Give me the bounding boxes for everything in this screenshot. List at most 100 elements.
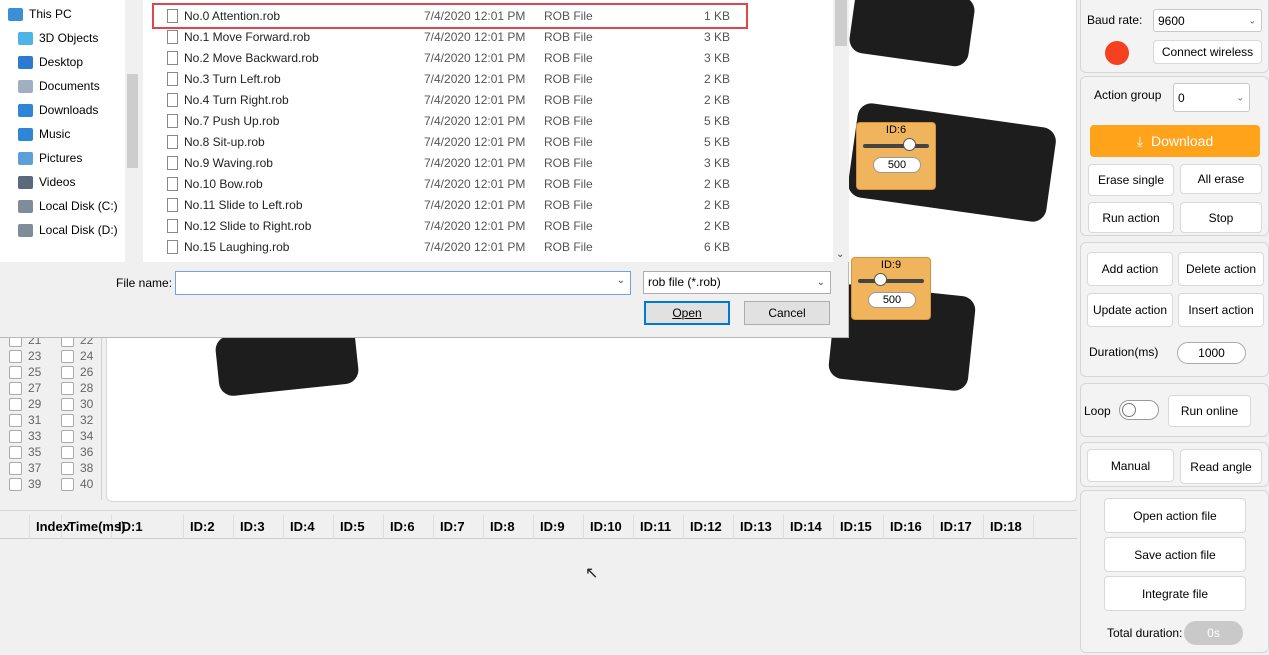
file-list[interactable]: No.0 Attention.rob 7/4/2020 12:01 PM ROB F… xyxy=(143,0,833,262)
servo-checkbox[interactable]: 36 xyxy=(61,445,93,459)
scrollbar-thumb[interactable] xyxy=(127,74,138,168)
nav-item[interactable]: Music xyxy=(0,123,125,145)
nav-item[interactable]: 3D Objects xyxy=(0,27,125,49)
servo-checkbox[interactable]: 25 xyxy=(9,365,41,379)
erase-single-button[interactable]: Erase single xyxy=(1088,164,1174,196)
loop-toggle[interactable] xyxy=(1119,400,1159,420)
open-action-file-button[interactable]: Open action file xyxy=(1104,498,1246,533)
table-column-header[interactable]: ID:8 xyxy=(484,515,534,539)
table-column-header[interactable]: ID:2 xyxy=(184,515,234,539)
table-column-header[interactable]: Time(ms) xyxy=(62,515,126,539)
chevron-down-icon[interactable]: ⌄ xyxy=(617,275,625,286)
file-row[interactable]: No.9 Waving.rob 7/4/2020 12:01 PM ROB File… xyxy=(143,152,833,173)
servo-checkbox[interactable]: 39 xyxy=(9,477,41,491)
checkbox-box[interactable] xyxy=(61,445,74,459)
update-action-button[interactable]: Update action xyxy=(1087,293,1173,327)
duration-input[interactable]: 1000 xyxy=(1177,342,1246,364)
servo-checkbox[interactable]: 35 xyxy=(9,445,41,459)
table-column-header[interactable]: Index xyxy=(30,515,70,539)
file-row[interactable]: No.3 Turn Left.rob 7/4/2020 12:01 PM ROB F… xyxy=(143,68,833,89)
table-column-header[interactable]: ID:15 xyxy=(834,515,884,539)
servo-checkbox[interactable]: 27 xyxy=(9,381,41,395)
file-row[interactable]: No.2 Move Backward.rob 7/4/2020 12:01 PM R… xyxy=(143,47,833,68)
checkbox-box[interactable] xyxy=(9,413,22,427)
read-angle-button[interactable]: Read angle xyxy=(1180,449,1262,484)
servo-control-id9[interactable]: ID:9 500 xyxy=(851,257,931,320)
table-column-header[interactable]: ID:16 xyxy=(884,515,934,539)
nav-scrollbar[interactable] xyxy=(125,0,140,262)
checkbox-box[interactable] xyxy=(61,397,74,411)
servo-value[interactable]: 500 xyxy=(868,292,916,308)
checkbox-box[interactable] xyxy=(61,461,74,475)
nav-item[interactable]: Desktop xyxy=(0,51,125,73)
file-row[interactable]: No.10 Bow.rob 7/4/2020 12:01 PM ROB File 2 … xyxy=(143,173,833,194)
nav-item[interactable]: This PC xyxy=(0,3,115,25)
servo-checkbox[interactable]: 34 xyxy=(61,429,93,443)
servo-control-id6[interactable]: ID:6 500 xyxy=(856,122,936,190)
servo-checkbox[interactable]: 32 xyxy=(61,413,93,427)
nav-item[interactable]: Videos xyxy=(0,171,125,193)
servo-checkbox[interactable]: 31 xyxy=(9,413,41,427)
stop-button[interactable]: Stop xyxy=(1180,202,1262,233)
table-column-header[interactable]: ID:1 xyxy=(112,515,184,539)
checkbox-box[interactable] xyxy=(61,381,74,395)
all-erase-button[interactable]: All erase xyxy=(1180,164,1262,194)
servo-slider-thumb[interactable] xyxy=(903,138,916,151)
table-column-header[interactable]: ID:10 xyxy=(584,515,634,539)
checkbox-box[interactable] xyxy=(61,349,74,363)
checkbox-box[interactable] xyxy=(9,461,22,475)
checkbox-box[interactable] xyxy=(9,429,22,443)
nav-item[interactable]: Pictures xyxy=(0,147,125,169)
table-column-header[interactable]: ID:18 xyxy=(984,515,1034,539)
servo-checkbox[interactable]: 28 xyxy=(61,381,93,395)
servo-slider-thumb[interactable] xyxy=(874,273,887,286)
servo-checkbox[interactable]: 33 xyxy=(9,429,41,443)
table-column-header[interactable]: ID:12 xyxy=(684,515,734,539)
servo-slider-track[interactable] xyxy=(858,279,924,283)
file-list-scrollbar[interactable]: ⌄ xyxy=(833,0,849,262)
insert-action-button[interactable]: Insert action xyxy=(1178,293,1264,327)
add-action-button[interactable]: Add action xyxy=(1087,252,1173,286)
checkbox-box[interactable] xyxy=(9,477,22,491)
servo-checkbox[interactable]: 40 xyxy=(61,477,93,491)
servo-checkbox[interactable]: 37 xyxy=(9,461,41,475)
table-column-header[interactable]: ID:5 xyxy=(334,515,384,539)
servo-checkbox[interactable]: 30 xyxy=(61,397,93,411)
servo-checkbox[interactable]: 24 xyxy=(61,349,93,363)
action-group-select[interactable]: 0 ⌄ xyxy=(1173,83,1250,112)
scroll-down-icon[interactable]: ⌄ xyxy=(836,249,844,260)
checkbox-box[interactable] xyxy=(61,429,74,443)
connect-wireless-button[interactable]: Connect wireless xyxy=(1153,40,1262,64)
table-column-header[interactable]: ID:14 xyxy=(784,515,834,539)
save-action-file-button[interactable]: Save action file xyxy=(1104,537,1246,572)
table-column-header[interactable]: ID:17 xyxy=(934,515,984,539)
action-table[interactable]: Index Time(ms) ID:1 ID:2 ID:3 ID:4 ID:5 ID:6 ID:… xyxy=(0,510,1077,653)
scrollbar-thumb[interactable] xyxy=(835,0,847,46)
file-row[interactable]: No.15 Laughing.rob 7/4/2020 12:01 PM ROB F… xyxy=(143,236,833,257)
file-row[interactable]: No.12 Slide to Right.rob 7/4/2020 12:01 P… xyxy=(143,215,833,236)
nav-item[interactable]: Downloads xyxy=(0,99,125,121)
table-column-header[interactable]: ID:11 xyxy=(634,515,684,539)
file-row[interactable]: No.7 Push Up.rob 7/4/2020 12:01 PM ROB Fil… xyxy=(143,110,833,131)
open-button[interactable]: Open xyxy=(644,301,730,325)
checkbox-box[interactable] xyxy=(9,445,22,459)
servo-checkbox[interactable]: 29 xyxy=(9,397,41,411)
baud-rate-select[interactable]: 9600 ⌄ xyxy=(1153,9,1262,32)
checkbox-box[interactable] xyxy=(61,413,74,427)
servo-slider-track[interactable] xyxy=(863,144,929,148)
table-column-header[interactable]: ID:4 xyxy=(284,515,334,539)
download-button[interactable]: ⤓ Download xyxy=(1090,125,1260,157)
checkbox-box[interactable] xyxy=(9,349,22,363)
file-row[interactable]: No.11 Slide to Left.rob 7/4/2020 12:01 PM… xyxy=(143,194,833,215)
manual-button[interactable]: Manual xyxy=(1087,449,1174,482)
servo-checkbox[interactable]: 23 xyxy=(9,349,41,363)
file-row[interactable]: No.8 Sit-up.rob 7/4/2020 12:01 PM ROB File… xyxy=(143,131,833,152)
nav-item[interactable]: Local Disk (C:) xyxy=(0,195,125,217)
nav-item[interactable]: Documents xyxy=(0,75,125,97)
file-row[interactable]: No.1 Move Forward.rob 7/4/2020 12:01 PM RO… xyxy=(143,26,833,47)
table-column-header[interactable]: ID:3 xyxy=(234,515,284,539)
nav-item[interactable]: Local Disk (D:) xyxy=(0,219,125,241)
integrate-file-button[interactable]: Integrate file xyxy=(1104,576,1246,611)
servo-checkbox[interactable]: 26 xyxy=(61,365,93,379)
file-row[interactable]: No.4 Turn Right.rob 7/4/2020 12:01 PM ROB … xyxy=(143,89,833,110)
